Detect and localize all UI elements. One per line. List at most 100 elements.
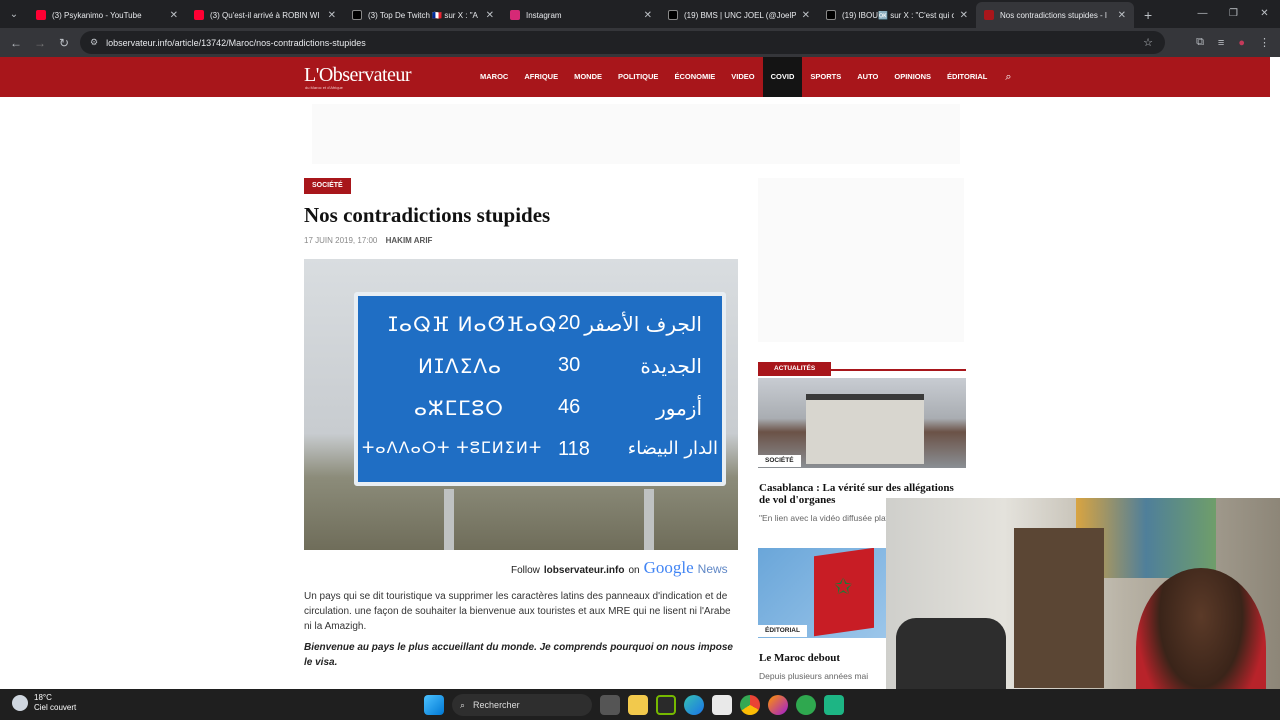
article-quote: Bienvenue au pays le plus accueillant du…	[304, 642, 733, 668]
card-tag[interactable]: ÉDITORIAL	[758, 625, 807, 637]
article-title: Nos contradictions stupides	[304, 203, 551, 227]
new-tab-icon[interactable]: +	[1134, 2, 1162, 28]
close-icon[interactable]: ✕	[170, 10, 178, 21]
youtube-icon	[36, 10, 46, 20]
sidebar-ad	[758, 178, 964, 342]
nav-item[interactable]: AFRIQUE	[516, 57, 566, 97]
bookmark-star-icon[interactable]: ☆	[1143, 36, 1153, 49]
card-tag[interactable]: SOCIÉTÉ	[758, 455, 801, 467]
close-icon[interactable]: ✕	[486, 10, 494, 21]
forward-icon[interactable]: →	[28, 36, 52, 50]
weather-condition: Ciel couvert	[34, 703, 77, 712]
sign-post	[444, 489, 454, 550]
window-controls: — ❐ ✕	[1187, 0, 1280, 28]
category-badge[interactable]: SOCIÉTÉ	[304, 178, 351, 194]
follow-news: News	[697, 562, 728, 576]
nav-item[interactable]: ÉCONOMIE	[666, 57, 723, 97]
browser-tab[interactable]: (19) IBOU🆗 sur X : "C'est qui c ✕	[818, 2, 976, 28]
site-logo[interactable]: L'Observateur	[304, 64, 412, 87]
ad-banner	[312, 104, 960, 164]
address-bar[interactable]: ⚙ lobservateur.info/article/13742/Maroc/…	[80, 31, 1165, 54]
follow-prefix: Follow	[511, 565, 540, 576]
instagram-icon	[510, 10, 520, 20]
tab-search-icon[interactable]: ⌄	[0, 0, 28, 28]
site-info-icon[interactable]: ⚙	[90, 37, 98, 48]
toolbar-actions: ⧉ ≡ ● ⋮	[1196, 28, 1270, 57]
weather-text: 18°C Ciel couvert	[34, 693, 76, 713]
tab-title: (3) Top De Twitch 🇫🇷 sur X : "A	[368, 10, 478, 20]
chrome-icon[interactable]	[740, 695, 760, 715]
close-icon[interactable]: ✕	[644, 10, 652, 21]
bookshelf	[1014, 528, 1104, 688]
youtube-icon	[194, 10, 204, 20]
sidebar-section-header: ACTUALITÉS	[758, 357, 966, 376]
browser-tab[interactable]: (3) Qu'est-il arrivé à ROBIN WI ✕	[186, 2, 344, 28]
reload-icon[interactable]: ↻	[52, 36, 76, 50]
browser-tab[interactable]: (3) Psykanimo - YouTube ✕	[28, 2, 186, 28]
search-icon: ⌕	[460, 699, 466, 710]
xbox-icon[interactable]	[796, 695, 816, 715]
google-logo: Google	[643, 558, 694, 577]
firefox-icon[interactable]	[768, 695, 788, 715]
site-logo-subtitle: du Maroc et d'Afrique	[305, 85, 343, 90]
lobservateur-icon	[984, 10, 994, 20]
search-placeholder: Rechercher	[473, 700, 520, 710]
menu-kebab-icon[interactable]: ⋮	[1259, 36, 1270, 49]
nav-item[interactable]: ÉDITORIAL	[939, 57, 995, 97]
nav-item[interactable]: POLITIQUE	[610, 57, 666, 97]
browser-tab-bar: ⌄ (3) Psykanimo - YouTube ✕ (3) Qu'est-il…	[0, 0, 1280, 28]
article-paragraph: Un pays qui se dit touristique va suppri…	[304, 591, 731, 632]
restore-icon[interactable]: ❐	[1218, 0, 1249, 28]
tab-title: (3) Psykanimo - YouTube	[52, 10, 142, 20]
url-text: lobservateur.info/article/13742/Maroc/no…	[106, 37, 366, 48]
building-illustration	[806, 394, 924, 464]
browser-toolbar: ← → ↻ ⚙ lobservateur.info/article/13742/…	[0, 28, 1280, 57]
nav-item[interactable]: VIDEO	[723, 57, 762, 97]
minimize-icon[interactable]: —	[1187, 0, 1218, 28]
close-icon[interactable]: ✕	[960, 10, 968, 21]
store-icon[interactable]	[712, 695, 732, 715]
article-meta: 17 JUIN 2019, 17:00 HAKIM ARIF	[304, 236, 432, 245]
nav-item[interactable]: OPINIONS	[886, 57, 939, 97]
close-icon[interactable]: ✕	[802, 10, 810, 21]
browser-tab-active[interactable]: Nos contradictions stupides - l ✕	[976, 2, 1134, 28]
tab-title: Nos contradictions stupides - l	[1000, 10, 1107, 20]
search-icon[interactable]: ⌕	[995, 57, 1011, 97]
browser-tab[interactable]: Instagram ✕	[502, 2, 660, 28]
news-card-excerpt: Depuis plusieurs années mai	[759, 671, 869, 681]
cloud-icon	[12, 695, 28, 711]
task-view-icon[interactable]	[600, 695, 620, 715]
article-author[interactable]: HAKIM ARIF	[386, 236, 433, 245]
nav-item-active[interactable]: COVID	[762, 57, 803, 97]
nav-item[interactable]: AUTO	[849, 57, 886, 97]
nvidia-icon[interactable]	[656, 695, 676, 715]
close-icon[interactable]: ✕	[1118, 10, 1126, 21]
app-icon[interactable]	[824, 695, 844, 715]
news-card-excerpt: "En lien avec la vidéo diffusée platefor…	[759, 513, 889, 523]
nav-item[interactable]: MAROC	[472, 57, 516, 97]
nav-item[interactable]: MONDE	[566, 57, 610, 97]
close-window-icon[interactable]: ✕	[1249, 0, 1280, 28]
tab-title: Instagram	[526, 10, 562, 20]
edge-icon[interactable]	[684, 695, 704, 715]
follow-on: on	[628, 565, 640, 576]
profile-avatar[interactable]: ●	[1238, 37, 1245, 49]
site-header: L'Observateur du Maroc et d'Afrique MARO…	[0, 57, 1270, 97]
file-explorer-icon[interactable]	[628, 695, 648, 715]
windows-start-icon[interactable]	[424, 695, 444, 715]
google-news-follow[interactable]: Follow lobservateur.info on Google News	[511, 558, 728, 578]
extensions-icon[interactable]: ⧉	[1196, 36, 1204, 49]
article-date: 17 JUIN 2019, 17:00	[304, 236, 378, 245]
media-controls-icon[interactable]: ≡	[1218, 37, 1224, 49]
browser-tab[interactable]: (19) BMS | UNC JOEL (@JoelPo ✕	[660, 2, 818, 28]
nav-item[interactable]: SPORTS	[802, 57, 849, 97]
weather-widget[interactable]: 18°C Ciel couvert	[12, 693, 76, 713]
back-icon[interactable]: ←	[4, 36, 28, 50]
temperature: 18°C	[34, 693, 52, 702]
browser-tab[interactable]: (3) Top De Twitch 🇫🇷 sur X : "A ✕	[344, 2, 502, 28]
close-icon[interactable]: ✕	[328, 10, 336, 21]
article-photo: ⵊⴰⵕⴼ ⵍⴰⵚⴼⴰⵕ 20 الجرف الأصفر ⵍⵊⴷⵉⴷⴰ 30 الجديد…	[304, 259, 738, 550]
follow-site: lobservateur.info	[543, 565, 625, 576]
taskbar-search[interactable]: ⌕ Rechercher	[452, 694, 592, 716]
section-label: ACTUALITÉS	[758, 362, 832, 376]
